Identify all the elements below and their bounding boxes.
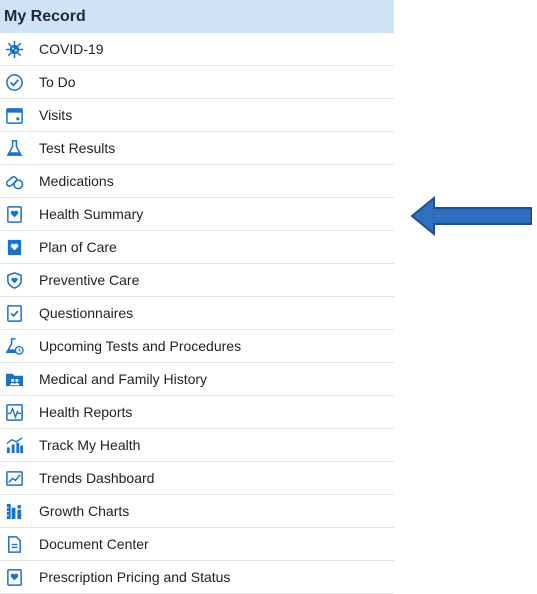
my-record-menu: My Record COVID-19 To Do Visits Test Res…: [0, 0, 394, 594]
menu-item-label: Health Reports: [39, 404, 133, 420]
flask-icon: [5, 139, 24, 158]
calendar-icon: [5, 106, 24, 125]
menu-item-covid-19[interactable]: COVID-19: [0, 33, 394, 66]
report-pulse-icon: [5, 403, 24, 422]
menu-item-label: Document Center: [39, 536, 149, 552]
pills-icon: [5, 172, 24, 191]
care-plan-icon: [5, 238, 24, 257]
document-icon: [5, 535, 24, 554]
menu-header: My Record: [0, 0, 394, 33]
menu-item-medications[interactable]: Medications: [0, 165, 394, 198]
menu-item-label: Trends Dashboard: [39, 470, 155, 486]
menu-item-label: Preventive Care: [39, 272, 140, 288]
menu-item-preventive-care[interactable]: Preventive Care: [0, 264, 394, 297]
menu-item-track-my-health[interactable]: Track My Health: [0, 429, 394, 462]
menu-item-to-do[interactable]: To Do: [0, 66, 394, 99]
clock-check-icon: [5, 73, 24, 92]
menu-item-label: Plan of Care: [39, 239, 117, 255]
left-arrow-icon: [410, 196, 532, 236]
menu-item-label: COVID-19: [39, 41, 104, 57]
menu-item-visits[interactable]: Visits: [0, 99, 394, 132]
menu-item-medical-and-family-history[interactable]: Medical and Family History: [0, 363, 394, 396]
menu-item-growth-charts[interactable]: Growth Charts: [0, 495, 394, 528]
clipboard-check-icon: [5, 304, 24, 323]
menu-item-label: Growth Charts: [39, 503, 130, 519]
clipboard-heart-icon: [5, 205, 24, 224]
menu-item-health-summary[interactable]: Health Summary: [0, 198, 394, 231]
menu-item-label: Medications: [39, 173, 114, 189]
menu-item-label: Medical and Family History: [39, 371, 208, 387]
menu-item-trends-dashboard[interactable]: Trends Dashboard: [0, 462, 394, 495]
menu-item-prescription-pricing-and-status[interactable]: Prescription Pricing and Status: [0, 561, 394, 594]
folder-family-icon: [5, 370, 24, 389]
menu-item-document-center[interactable]: Document Center: [0, 528, 394, 561]
flask-clock-icon: [5, 337, 24, 356]
menu-item-plan-of-care[interactable]: Plan of Care: [0, 231, 394, 264]
growth-chart-icon: [5, 502, 24, 521]
bar-graph-icon: [5, 436, 24, 455]
menu-item-label: Visits: [39, 107, 73, 123]
menu-item-label: Test Results: [39, 140, 116, 156]
menu-item-label: Prescription Pricing and Status: [39, 569, 231, 585]
menu-item-questionnaires[interactable]: Questionnaires: [0, 297, 394, 330]
shield-heart-icon: [5, 271, 24, 290]
menu-item-test-results[interactable]: Test Results: [0, 132, 394, 165]
menu-item-upcoming-tests-and-procedures[interactable]: Upcoming Tests and Procedures: [0, 330, 394, 363]
menu-item-label: Upcoming Tests and Procedures: [39, 338, 242, 354]
menu-item-label: Track My Health: [39, 437, 141, 453]
rx-clipboard-icon: [5, 568, 24, 587]
menu-item-health-reports[interactable]: Health Reports: [0, 396, 394, 429]
menu-item-label: Health Summary: [39, 206, 144, 222]
virus-icon: [5, 40, 24, 59]
menu-item-label: Questionnaires: [39, 305, 134, 321]
menu-item-label: To Do: [39, 74, 76, 90]
trend-line-icon: [5, 469, 24, 488]
